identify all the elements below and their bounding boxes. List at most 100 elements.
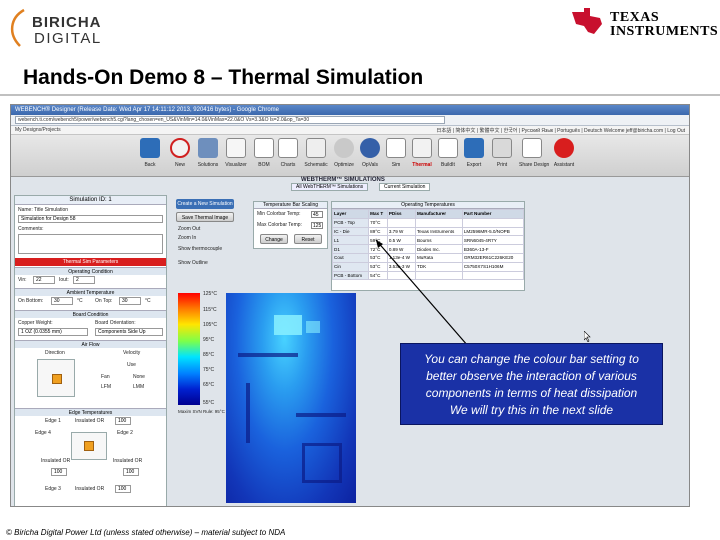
tool-opvals[interactable]: OpVals (357, 138, 383, 168)
temps-cell: 72°C (368, 244, 388, 254)
max-temp-input[interactable] (311, 222, 323, 229)
copper-weight-label: Copper Weight: (18, 320, 53, 326)
velocity-lfm-option[interactable]: LFM (101, 384, 111, 390)
tool-sim[interactable]: Sim (383, 138, 409, 168)
tab-current-simulation[interactable]: Current Simulation (379, 183, 431, 191)
colorbar-label-5: 75°C (203, 367, 215, 373)
temps-cell: SRN6045-4R7Y (461, 235, 525, 246)
temps-grid: Layer Max T PDiss Manufacturer Part Numb… (331, 209, 525, 281)
colorbar-label-7: 55°C (203, 400, 215, 406)
edge4-field[interactable]: 100 (51, 468, 67, 476)
simulation-settings-panel: Simulation ID: 1 Name: Title Simulation … (14, 195, 167, 506)
tool-assistant[interactable]: Assistant (551, 138, 577, 168)
logo-right-line2: INSTRUMENTS (610, 24, 719, 39)
temps-cell: 59°C (368, 235, 388, 246)
velocity-label: Velocity (123, 350, 141, 356)
temps-cell: 70°C (368, 217, 388, 228)
min-temp-input[interactable] (311, 211, 323, 218)
edge1-field[interactable]: 100 (115, 417, 131, 425)
slide-title: Hands-On Demo 8 – Thermal Simulation (23, 66, 424, 89)
assistant-icon (554, 138, 574, 158)
sim-tabs-row: WEBTHERM™ SIMULATIONS All WebTHERM™ Simu… (11, 177, 689, 191)
schematic-icon (306, 138, 326, 158)
temps-row: Cout 53°C 1.13e-4 W MuRata GRM32ER61C226KE20 (331, 252, 525, 263)
create-simulation-button[interactable]: Create a New Simulation (176, 199, 234, 209)
copper-weight-select[interactable]: 1 OZ (0.0355 mm) (18, 328, 88, 336)
tool-back[interactable]: Back (137, 138, 163, 168)
col-pdiss: PDiss (386, 209, 416, 219)
operating-temperatures-table: Operating Temperatures Layer Max T PDiss… (331, 201, 525, 291)
temps-cell (386, 270, 416, 281)
temps-cell (386, 217, 416, 228)
iout-field[interactable]: 2 (73, 276, 95, 284)
reset-button[interactable]: Reset (294, 234, 322, 244)
temps-row-layer: IC - Die (331, 226, 370, 237)
pcb-trace (296, 413, 346, 417)
tool-buildit[interactable]: BuildIt (435, 138, 461, 168)
temps-cell: Bourns (414, 235, 463, 246)
temps-row-layer: Cin (331, 261, 370, 272)
temps-row-layer: PCB - Bottom (331, 270, 370, 281)
tab-all-simulations[interactable]: All WebTHERM™ Simulations (291, 183, 369, 191)
save-thermal-image-button[interactable]: Save Thermal Image (176, 212, 234, 222)
temps-cell: C5750X7S1H106M (461, 261, 525, 272)
temperature-bar-scaling: Temperature Bar Scaling Min Colorbar Tem… (253, 201, 328, 249)
tool-share[interactable]: Share Design (519, 138, 549, 168)
ambient-temp-header: Ambient Temperature (15, 288, 166, 296)
edge3-field[interactable]: 100 (115, 485, 131, 493)
temps-row-layer: L1 (331, 235, 370, 246)
velocity-fan-option[interactable]: Fan (101, 374, 110, 380)
colorbar-label-0: 125°C (203, 291, 217, 297)
show-outline-checkbox[interactable]: Show Outline (178, 260, 208, 266)
tool-new[interactable]: New (167, 138, 193, 168)
pcb-trace (302, 443, 342, 483)
colorbar-footnote: Maxim SVN Rule: 95°C (178, 409, 225, 414)
temps-cell: MuRata (414, 252, 463, 263)
tool-export[interactable]: Export (461, 138, 487, 168)
comments-field[interactable] (18, 234, 163, 254)
on-bottom-field[interactable]: 30 (51, 297, 73, 305)
tool-schematic[interactable]: Schematic (303, 138, 329, 168)
velocity-none-option[interactable]: None (133, 374, 145, 380)
show-thermocouple-checkbox[interactable]: Show thermocouple (178, 246, 222, 252)
on-top-field[interactable]: 30 (119, 297, 141, 305)
velocity-lmm-option[interactable]: LMM (133, 384, 144, 390)
board-chip-icon (52, 374, 62, 384)
opvals-icon (360, 138, 380, 158)
chart-icon (278, 138, 298, 158)
mouse-cursor-icon (584, 331, 591, 342)
tool-visualizer[interactable]: Visualizer (223, 138, 249, 168)
tool-thermal[interactable]: Thermal (409, 138, 435, 168)
vin-field[interactable]: 22 (33, 276, 55, 284)
webench-screenshot: WEBENCH® Designer (Release Date: Wed Apr… (10, 104, 690, 507)
ti-state-icon (572, 8, 602, 34)
export-cad-icon (464, 138, 484, 158)
my-designs-link[interactable]: My Designs/Projects (15, 127, 61, 133)
zoom-out-link[interactable]: Zoom Out (178, 226, 200, 232)
col-max-t: Max T (368, 209, 388, 219)
tool-optimize[interactable]: Optimize (331, 138, 357, 168)
thermal-image[interactable] (226, 293, 356, 503)
temps-cell: TDK (414, 261, 463, 272)
pcb-trace (246, 383, 250, 443)
col-part-number: Part Number (461, 209, 525, 219)
edge2-field[interactable]: 100 (123, 468, 139, 476)
language-links[interactable]: 日本語 | 简体中文 | 繁體中文 | 한국어 | Pусский Язык |… (436, 127, 685, 134)
change-button[interactable]: Change (260, 234, 288, 244)
temps-cell (414, 217, 463, 228)
temps-cell: GRM32ER61C226KE20 (461, 252, 525, 263)
address-bar[interactable]: webench.ti.com/webench5/power/webench5.c… (15, 116, 445, 124)
tool-charts[interactable]: Charts (275, 138, 301, 168)
printer-icon (492, 138, 512, 158)
board-orientation-select[interactable]: Components Side Up (95, 328, 163, 336)
on-bottom-unit: °C (77, 298, 83, 304)
simulation-name-field[interactable]: Simulation for Design 58 (18, 215, 163, 223)
zoom-in-link[interactable]: Zoom In (178, 235, 196, 241)
edge1-insulated-label: Insulated OR (75, 418, 105, 424)
tool-print[interactable]: Print (489, 138, 515, 168)
min-temp-label: Min Colorbar Temp: (257, 211, 301, 217)
tool-bom[interactable]: BOM (251, 138, 277, 168)
edge-temps-header: Edge Temperatures (15, 408, 166, 416)
airflow-direction-diagram[interactable] (37, 359, 75, 397)
tool-solutions[interactable]: Solutions (195, 138, 221, 168)
